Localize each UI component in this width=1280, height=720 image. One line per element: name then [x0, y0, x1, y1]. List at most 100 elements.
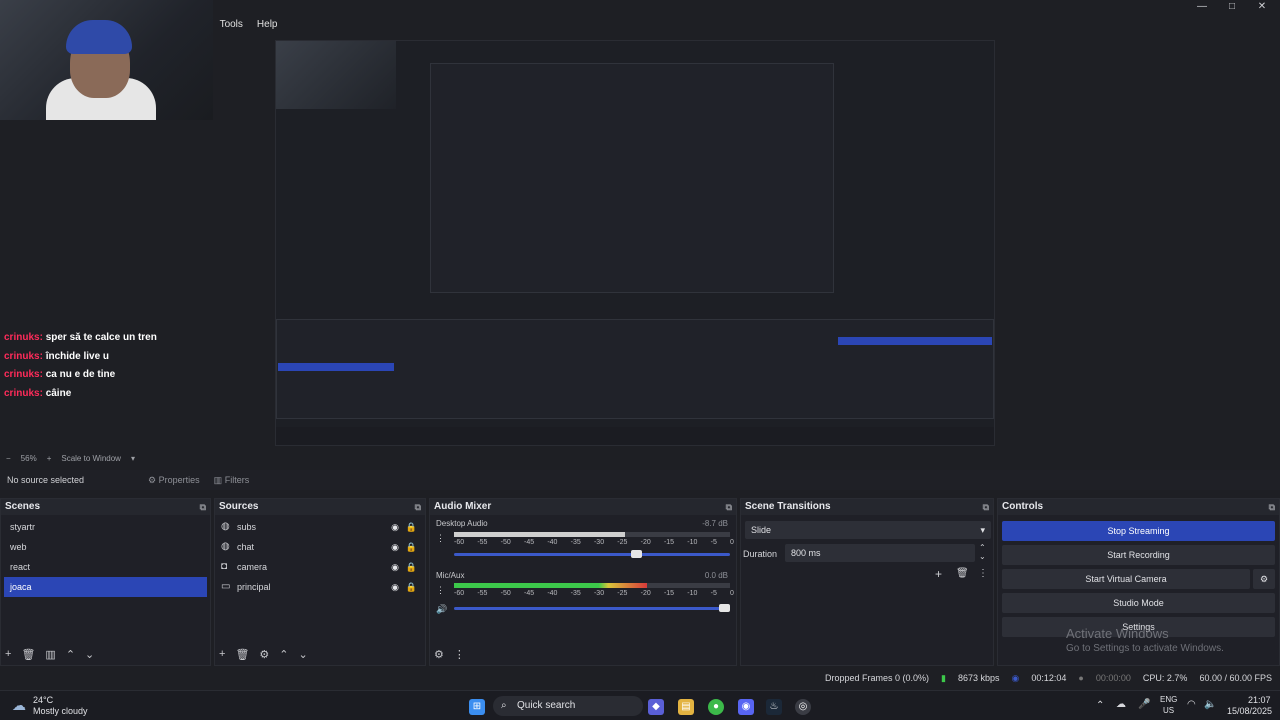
trash-icon[interactable]: 🗑 [956, 568, 969, 579]
maximize-button[interactable]: □ [1216, 0, 1248, 14]
lock-icon[interactable]: 🔒 [406, 517, 417, 537]
add-icon[interactable]: + [935, 567, 942, 581]
obs-icon[interactable]: ◎ [795, 699, 811, 715]
lock-icon[interactable]: 🔒 [406, 577, 417, 597]
kebab-menu-icon[interactable]: ⋮ [454, 648, 465, 661]
scale-tick: -25 [617, 590, 628, 597]
scene-item-web[interactable]: web [4, 537, 207, 557]
lock-icon[interactable]: 🔒 [406, 537, 417, 557]
zoom-value: 56% [20, 453, 37, 463]
preview-webcam-thumb [276, 41, 396, 109]
scenes-toolbar: + 🗑 ▥ ⌃ ⌄ [5, 645, 94, 663]
undock-icon[interactable]: ⧉ [726, 499, 732, 515]
source-item-camera[interactable]: ◘ camera ◉ 🔒 [215, 557, 425, 577]
move-up-icon[interactable]: ⌃ [279, 648, 288, 661]
studio-mode-button[interactable]: Studio Mode [1002, 593, 1275, 613]
file-explorer-icon[interactable]: ▤ [678, 699, 694, 715]
lock-icon[interactable]: 🔒 [406, 557, 417, 577]
scale-mode[interactable]: Scale to Window [61, 454, 121, 463]
menu-item-help[interactable]: Help [257, 19, 278, 30]
menu-item-tools[interactable]: Tools [220, 19, 243, 30]
zoom-bar: − 56% + Scale to Window ▾ [0, 452, 1280, 464]
close-button[interactable]: ✕ [1246, 0, 1278, 14]
eye-icon[interactable]: ◉ [391, 557, 399, 577]
minimize-button[interactable]: — [1186, 0, 1218, 14]
kebab-menu-icon[interactable]: ⋮ [436, 533, 445, 544]
start-recording-button[interactable]: Start Recording [1002, 545, 1275, 565]
program-preview[interactable] [275, 40, 995, 446]
mixer-channel-desktop: Desktop Audio -8.7 dB ⋮ -60 -55 -50 -45 -40-… [434, 519, 734, 563]
transitions-dock: Scene Transitions ⧉ Slide ▾ Duration 800 m… [740, 498, 994, 666]
duration-stepper[interactable]: ⌃ ⌄ [979, 543, 986, 561]
properties-button[interactable]: ⚙ Properties [148, 475, 200, 486]
steam-icon[interactable]: ♨ [766, 699, 782, 715]
fader-knob[interactable] [630, 550, 642, 558]
fader-knob[interactable] [719, 604, 730, 612]
source-item-principal[interactable]: ▭ principal ◉ 🔒 [215, 577, 425, 597]
virtual-camera-settings-button[interactable]: ⚙ [1253, 569, 1275, 589]
wifi-icon[interactable]: ◠ [1187, 699, 1196, 710]
scale-tick: -35 [570, 539, 581, 546]
kebab-menu-icon[interactable]: ⋮ [978, 568, 988, 579]
scene-item-styartr[interactable]: styartr [4, 517, 207, 537]
scene-item-joaca[interactable]: joaca [4, 577, 207, 597]
stop-streaming-button[interactable]: Stop Streaming [1002, 521, 1275, 541]
chat-message: crinuks: închide live u [4, 351, 110, 362]
filters-button[interactable]: ▥ Filters [214, 475, 250, 486]
audio-mixer-dock: Audio Mixer ⧉ Desktop Audio -8.7 dB ⋮ -60… [429, 498, 737, 666]
source-item-subs[interactable]: ◍ subs ◉ 🔒 [215, 517, 425, 537]
eye-icon[interactable]: ◉ [391, 577, 399, 597]
volume-fader[interactable] [454, 604, 730, 612]
weather-desc[interactable]: Mostly cloudy [33, 706, 88, 716]
undock-icon[interactable]: ⧉ [983, 499, 989, 515]
move-down-icon[interactable]: ⌄ [299, 648, 308, 661]
lang-primary[interactable]: ENG [1160, 695, 1177, 704]
network-icon[interactable]: ☁ [1116, 699, 1126, 710]
start-virtual-camera-button[interactable]: Start Virtual Camera [1002, 569, 1250, 589]
trash-icon[interactable]: 🗑 [235, 648, 249, 661]
chat-message: crinuks: câine [4, 388, 72, 399]
undock-icon[interactable]: ⧉ [200, 499, 206, 515]
discord-icon[interactable]: ◉ [738, 699, 754, 715]
chevron-down-icon[interactable]: ▾ [131, 454, 135, 463]
volume-fader[interactable] [454, 550, 730, 558]
eye-icon[interactable]: ◉ [391, 537, 399, 557]
trash-icon[interactable]: 🗑 [21, 648, 35, 661]
kebab-menu-icon[interactable]: ⋮ [436, 585, 445, 596]
scene-item-react[interactable]: react [4, 557, 207, 577]
volume-icon[interactable]: 🔈 [1204, 699, 1216, 710]
scenes-dock: Scenes ⧉ styartr web react joaca + 🗑 ▥ ⌃ … [0, 498, 211, 666]
scale-tick: -15 [663, 590, 675, 597]
clock-time[interactable]: 21:07 [1248, 695, 1271, 705]
duration-input[interactable]: 800 ms [785, 544, 975, 562]
eye-icon[interactable]: ◉ [391, 517, 399, 537]
transition-select[interactable]: Slide ▾ [745, 521, 991, 539]
weather-icon[interactable]: ☁ [12, 697, 26, 714]
source-item-chat[interactable]: ◍ chat ◉ 🔒 [215, 537, 425, 557]
zoom-in-button[interactable]: + [47, 454, 52, 463]
scenes-title: Scenes ⧉ [1, 499, 210, 515]
clock-date[interactable]: 15/08/2025 [1227, 706, 1272, 716]
undock-icon[interactable]: ⧉ [415, 499, 421, 515]
scale-tick: -25 [617, 539, 628, 546]
windows-start-icon[interactable]: ⊞ [469, 699, 485, 715]
scale-tick: -35 [570, 590, 581, 597]
move-up-icon[interactable]: ⌃ [66, 648, 75, 661]
gear-icon[interactable]: ⚙ [259, 648, 269, 661]
stream-icon: ◉ [1011, 672, 1020, 683]
search-box[interactable]: ⌕ Quick search [493, 696, 643, 716]
microphone-icon[interactable]: 🎤 [1138, 699, 1150, 710]
add-icon[interactable]: + [219, 648, 225, 660]
tray-expand-icon[interactable]: ⌃ [1096, 700, 1104, 711]
weather-temp[interactable]: 24°C [33, 695, 53, 705]
undock-icon[interactable]: ⧉ [1269, 499, 1275, 515]
advanced-audio-icon[interactable]: ⚙ [434, 648, 444, 661]
zoom-out-button[interactable]: − [6, 454, 11, 463]
move-down-icon[interactable]: ⌄ [85, 648, 94, 661]
chrome-icon[interactable]: ● [708, 699, 724, 715]
speaker-icon[interactable]: 🔊 [436, 604, 447, 615]
lang-secondary[interactable]: US [1163, 706, 1174, 715]
filter-icon[interactable]: ▥ [45, 648, 55, 661]
add-icon[interactable]: + [5, 648, 11, 660]
copilot-icon[interactable]: ◆ [648, 699, 664, 715]
